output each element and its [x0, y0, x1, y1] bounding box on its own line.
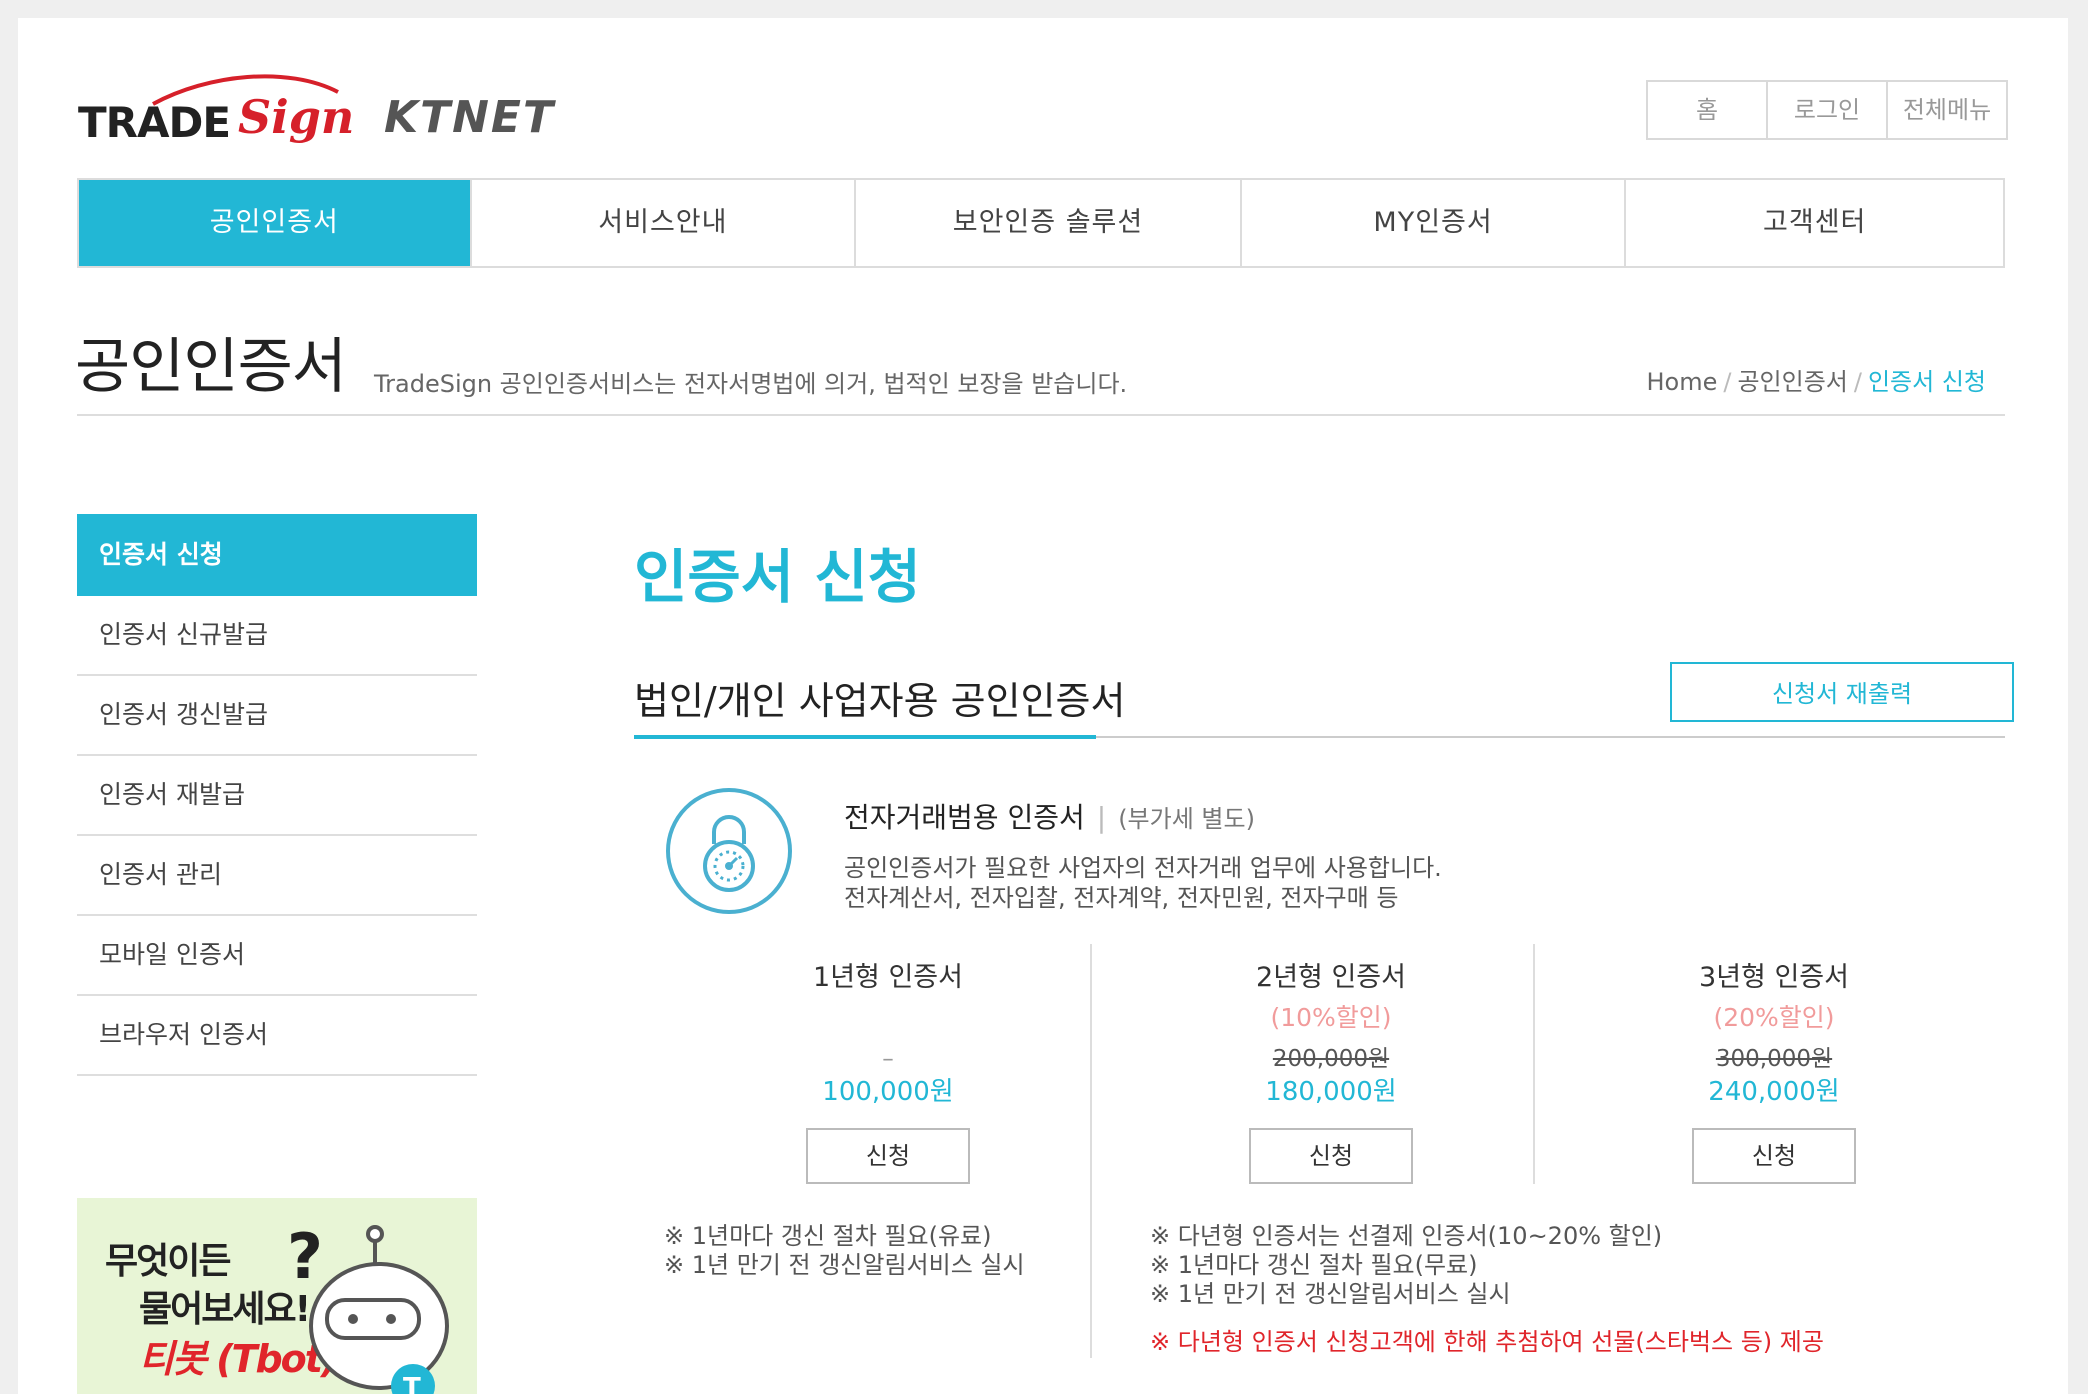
lock-icon — [666, 788, 792, 914]
breadcrumb-current[interactable]: 인증서 신청 — [1868, 368, 1986, 396]
util-login-link[interactable]: 로그인 — [1768, 82, 1888, 138]
plan-name: 3년형 인증서 — [1699, 962, 1849, 993]
breadcrumb-certificate[interactable]: 공인인증서 — [1737, 368, 1847, 396]
apply-3year-button[interactable]: 신청 — [1692, 1128, 1856, 1184]
side-nav-item-browser[interactable]: 브라우저 인증서 — [77, 996, 477, 1076]
column-divider — [1090, 944, 1092, 1358]
plan-discount — [668, 998, 1108, 1038]
side-nav: 인증서 신청 인증서 신규발급 인증서 갱신발급 인증서 재발급 인증서 관리 … — [77, 514, 477, 1076]
util-home-link[interactable]: 홈 — [1648, 82, 1768, 138]
plan-price: 100,000원 — [822, 1077, 954, 1107]
section-title: 법인/개인 사업자용 공인인증서 — [634, 679, 1126, 723]
plan-name: 2년형 인증서 — [1256, 962, 1406, 993]
logo-trade-text: TRADE — [78, 98, 231, 147]
side-nav-item-renew[interactable]: 인증서 갱신발급 — [77, 676, 477, 756]
page-description: TradeSign 공인인증서비스는 전자서명법에 의거, 법적인 보장을 받습… — [374, 370, 1128, 398]
nav-item-my-certificate[interactable]: MY인증서 — [1242, 180, 1627, 266]
side-nav-item-manage[interactable]: 인증서 관리 — [77, 836, 477, 916]
nav-item-security[interactable]: 보안인증 솔루션 — [856, 180, 1242, 266]
notes-multiyear: ※ 다년형 인증서는 선결제 인증서(10~20% 할인) ※ 1년마다 갱신 … — [1150, 1222, 1662, 1309]
reprint-button[interactable]: 신청서 재출력 — [1670, 662, 2014, 722]
divider — [77, 414, 2005, 416]
util-menu: 홈 로그인 전체메뉴 — [1646, 80, 2008, 140]
ktnet-logo[interactable]: KTNET — [384, 92, 555, 143]
notes-1year: ※ 1년마다 갱신 절차 필요(유료) ※ 1년 만기 전 갱신알림서비스 실시 — [664, 1222, 1025, 1280]
note-item: ※ 다년형 인증서는 선결제 인증서(10~20% 할인) — [1150, 1222, 1663, 1250]
tradesign-logo[interactable]: TRADE Sign — [78, 70, 354, 160]
plan-3year: 3년형 인증서 (20%할인) 300,000원 240,000원 신청 — [1554, 958, 1994, 1184]
tbot-banner[interactable]: 무엇이든 물어보세요! 티봇 (Tbot) ? T — [77, 1198, 477, 1394]
breadcrumb: Home / 공인인증서 / 인증서 신청 — [1646, 368, 1987, 396]
side-nav-item-new[interactable]: 인증서 신규발급 — [77, 596, 477, 676]
note-item: ※ 1년 만기 전 갱신알림서비스 실시 — [664, 1251, 1025, 1279]
util-allmenu-link[interactable]: 전체메뉴 — [1888, 82, 2006, 138]
svg-text:T: T — [403, 1373, 421, 1394]
side-nav-item-mobile[interactable]: 모바일 인증서 — [77, 916, 477, 996]
robot-icon: ? T — [287, 1220, 449, 1394]
nav-item-service[interactable]: 서비스안내 — [472, 180, 857, 266]
breadcrumb-home[interactable]: Home — [1647, 368, 1718, 396]
column-divider — [1533, 944, 1535, 1184]
note-item: ※ 1년 만기 전 갱신알림서비스 실시 — [1150, 1280, 1511, 1308]
plan-price: 240,000원 — [1708, 1077, 1840, 1107]
plan-original-price: 300,000원 — [1715, 1046, 1833, 1072]
plan-2year: 2년형 인증서 (10%할인) 200,000원 180,000원 신청 — [1111, 958, 1551, 1184]
product-name-text: 전자거래범용 인증서 — [844, 801, 1085, 834]
vat-note: (부가세 별도) — [1118, 805, 1255, 833]
plan-original-price: – — [882, 1046, 894, 1072]
nav-item-customer-center[interactable]: 고객센터 — [1626, 180, 2003, 266]
plan-1year: 1년형 인증서 – 100,000원 신청 — [668, 958, 1108, 1184]
plan-original-price: 200,000원 — [1272, 1046, 1390, 1072]
product-desc2: 전자계산서, 전자입찰, 전자계약, 전자민원, 전자구매 등 — [844, 884, 1399, 912]
nav-item-certificate[interactable]: 공인인증서 — [79, 180, 472, 266]
content-title: 인증서 신청 — [634, 543, 921, 611]
plan-name: 1년형 인증서 — [813, 962, 963, 993]
note-item: ※ 1년마다 갱신 절차 필요(무료) — [1150, 1251, 1478, 1279]
side-nav-item-reissue[interactable]: 인증서 재발급 — [77, 756, 477, 836]
plan-discount: (20%할인) — [1713, 1003, 1835, 1032]
section-divider-accent — [634, 735, 1096, 739]
product-name: 전자거래범용 인증서 | (부가세 별도) — [844, 801, 1255, 834]
apply-1year-button[interactable]: 신청 — [806, 1128, 970, 1184]
svg-text:?: ? — [287, 1220, 323, 1293]
logo-sign-text: Sign — [238, 90, 355, 144]
side-nav-head[interactable]: 인증서 신청 — [77, 514, 477, 596]
banner-line2: 물어보세요! — [139, 1289, 311, 1330]
main-nav: 공인인증서 서비스안내 보안인증 솔루션 MY인증서 고객센터 — [77, 178, 2005, 268]
page: TRADE Sign KTNET 홈 로그인 전체메뉴 공인인증서 서비스안내 … — [18, 18, 2068, 1394]
apply-2year-button[interactable]: 신청 — [1249, 1128, 1413, 1184]
banner-line1: 무엇이든 — [105, 1241, 231, 1282]
gift-notice: ※ 다년형 인증서 신청고객에 한해 추첨하여 선물(스타벅스 등) 제공 — [1150, 1328, 1824, 1356]
plan-discount: (10%할인) — [1270, 1003, 1392, 1032]
note-item: ※ 1년마다 갱신 절차 필요(유료) — [664, 1222, 992, 1250]
plan-price: 180,000원 — [1265, 1077, 1397, 1107]
page-title: 공인인증서 — [75, 332, 347, 402]
